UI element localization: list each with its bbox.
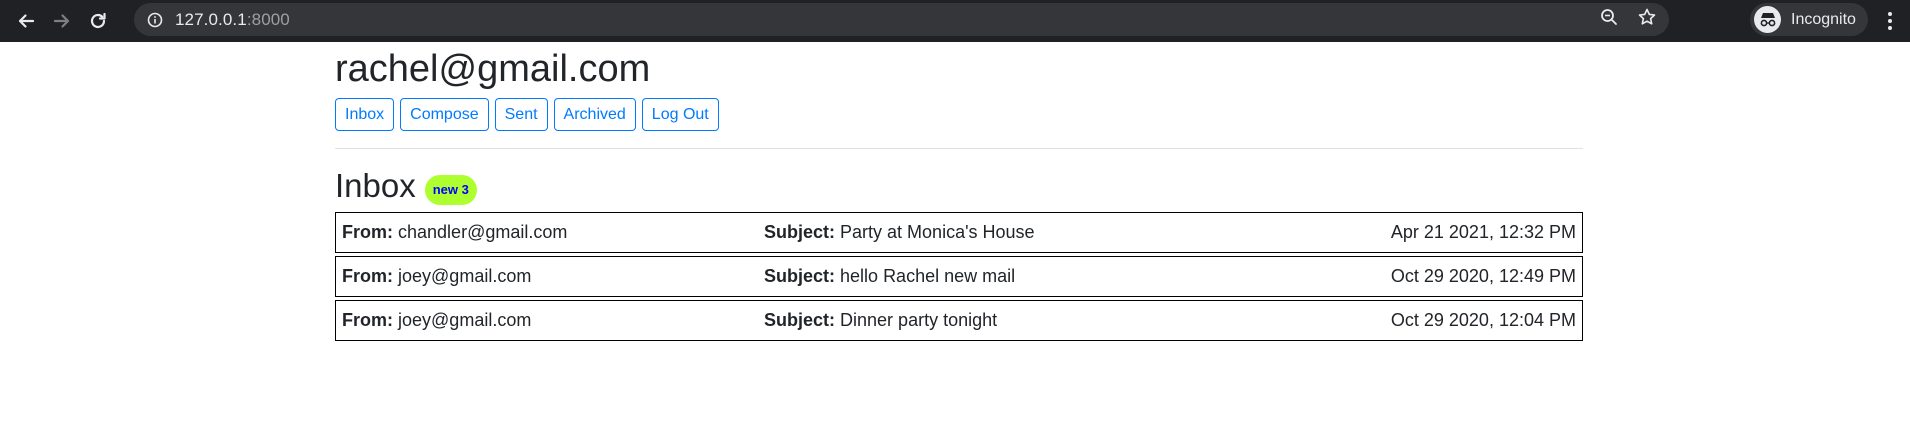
subject-text: hello Rachel new mail (840, 266, 1016, 286)
email-sender: From: joey@gmail.com (342, 301, 531, 340)
sender-address: joey@gmail.com (398, 266, 532, 286)
email-timestamp: Apr 21 2021, 12:32 PM (1390, 222, 1576, 242)
star-icon[interactable] (1637, 7, 1657, 32)
email-list: From: chandler@gmail.com Subject: Party … (335, 212, 1583, 341)
new-count-badge: new 3 (424, 175, 477, 205)
info-icon[interactable] (147, 12, 163, 28)
url-host: 127.0.0.1 (175, 9, 247, 29)
browser-toolbar: 127.0.0.1:8000 Incognito (0, 0, 1910, 42)
sent-button[interactable]: Sent (494, 98, 548, 131)
inbox-button[interactable]: Inbox (335, 98, 395, 131)
menu-icon[interactable] (1880, 8, 1900, 34)
subject-label: Subject: (764, 266, 836, 286)
user-email-heading: rachel@gmail.com (335, 48, 651, 90)
email-row[interactable]: From: joey@gmail.com Subject: hello Rach… (335, 256, 1583, 297)
omnibox-actions (1599, 3, 1657, 36)
url-text[interactable]: 127.0.0.1:8000 (175, 10, 290, 30)
back-arrow-icon[interactable] (8, 3, 44, 39)
email-row[interactable]: From: joey@gmail.com Subject: Dinner par… (335, 300, 1583, 341)
from-label: From: (342, 310, 393, 330)
zoom-icon[interactable] (1599, 7, 1619, 32)
divider (335, 148, 1583, 149)
incognito-profile-button[interactable]: Incognito (1750, 3, 1868, 36)
sender-address: joey@gmail.com (398, 310, 532, 330)
reload-icon[interactable] (80, 3, 116, 39)
incognito-label: Incognito (1791, 10, 1856, 28)
email-subject: Subject: hello Rachel new mail (764, 257, 1015, 296)
logout-button[interactable]: Log Out (641, 98, 719, 131)
email-sender: From: chandler@gmail.com (342, 213, 567, 252)
email-row[interactable]: From: chandler@gmail.com Subject: Party … (335, 212, 1583, 253)
subject-text: Party at Monica's House (840, 222, 1035, 242)
compose-button[interactable]: Compose (400, 98, 489, 131)
subject-label: Subject: (764, 310, 836, 330)
subject-label: Subject: (764, 222, 836, 242)
email-sender: From: joey@gmail.com (342, 257, 531, 296)
mailbox-title: Inbox (335, 167, 416, 204)
email-timestamp: Oct 29 2020, 12:49 PM (1390, 266, 1576, 286)
from-label: From: (342, 266, 393, 286)
email-subject: Subject: Party at Monica's House (764, 213, 1035, 252)
forward-arrow-icon[interactable] (44, 3, 80, 39)
incognito-icon (1754, 6, 1781, 33)
archived-button[interactable]: Archived (553, 98, 636, 131)
page-content: rachel@gmail.com Inbox Compose Sent Arch… (335, 42, 1583, 344)
mailbox-header: Inbox new 3 (335, 167, 1583, 205)
email-subject: Subject: Dinner party tonight (764, 301, 997, 340)
subject-text: Dinner party tonight (840, 310, 998, 330)
address-bar[interactable]: 127.0.0.1:8000 (134, 3, 1669, 36)
from-label: From: (342, 222, 393, 242)
url-port: :8000 (246, 9, 290, 29)
sender-address: chandler@gmail.com (398, 222, 568, 242)
email-timestamp: Oct 29 2020, 12:04 PM (1390, 310, 1576, 330)
mail-nav: Inbox Compose Sent Archived Log Out (335, 98, 1583, 131)
